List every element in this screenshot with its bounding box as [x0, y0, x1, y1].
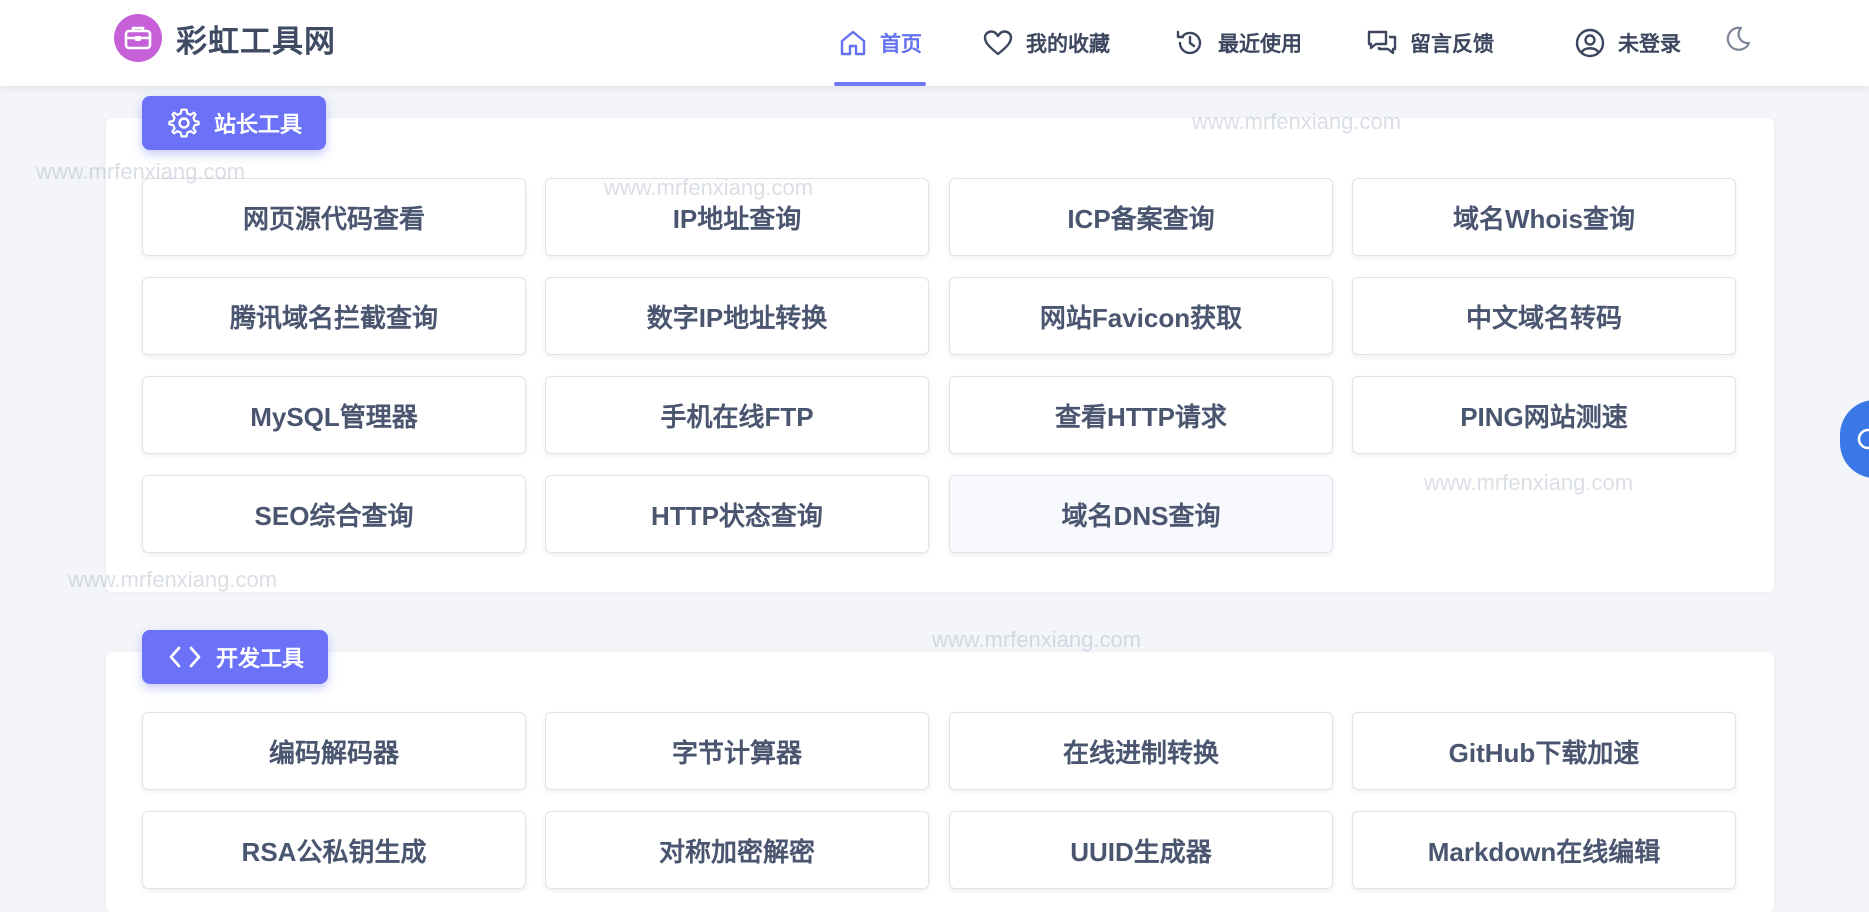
tool-button[interactable]: RSA公私钥生成 [142, 811, 526, 889]
tool-button[interactable]: PING网站测速 [1352, 376, 1736, 454]
code-icon [169, 646, 201, 668]
nav-feedback-label: 留言反馈 [1410, 33, 1494, 56]
nav-home-label: 首页 [880, 33, 922, 56]
tool-button[interactable]: Markdown在线编辑 [1352, 811, 1736, 889]
tool-button[interactable]: 中文域名转码 [1352, 277, 1736, 355]
tool-button[interactable]: UUID生成器 [949, 811, 1333, 889]
user-icon [1575, 28, 1605, 58]
nav-recent[interactable]: 最近使用 [1174, 0, 1302, 86]
tool-button[interactable]: 数字IP地址转换 [545, 277, 929, 355]
section-webmaster-label: 站长工具 [214, 112, 303, 137]
tool-button[interactable]: MySQL管理器 [142, 376, 526, 454]
tool-button[interactable]: ICP备案查询 [949, 178, 1333, 256]
tool-button[interactable]: 域名DNS查询 [949, 475, 1333, 553]
watermark: www.mrfenxiang.com [932, 627, 1142, 652]
tool-button[interactable]: GitHub下载加速 [1352, 712, 1736, 790]
chat-icon [1367, 30, 1397, 55]
tool-button[interactable]: 网站Favicon获取 [949, 277, 1333, 355]
nav-login-label: 未登录 [1618, 33, 1681, 56]
nav-feedback[interactable]: 留言反馈 [1366, 0, 1494, 86]
tool-button[interactable]: IP地址查询 [545, 178, 929, 256]
tool-button[interactable]: HTTP状态查询 [545, 475, 929, 553]
search-icon [1857, 428, 1869, 450]
tool-button[interactable]: 编码解码器 [142, 712, 526, 790]
nav-login[interactable]: 未登录 [1574, 0, 1681, 86]
floating-help-button[interactable] [1840, 400, 1869, 478]
tool-button[interactable]: 对称加密解密 [545, 811, 929, 889]
nav-recent-label: 最近使用 [1218, 33, 1302, 56]
nav-home[interactable]: 首页 [834, 0, 926, 86]
nav-favorites-label: 我的收藏 [1026, 33, 1110, 56]
tool-button[interactable]: 域名Whois查询 [1352, 178, 1736, 256]
tool-button[interactable]: 手机在线FTP [545, 376, 929, 454]
heart-icon [983, 30, 1013, 56]
home-icon [840, 30, 866, 56]
tool-button[interactable]: 字节计算器 [545, 712, 929, 790]
section-webmaster-title[interactable]: 站长工具 [142, 96, 327, 150]
top-navigation-bar: 彩虹工具网 首页 我的收藏 最近使用 留言反馈 未登录 [0, 0, 1869, 86]
tool-button[interactable]: 在线进制转换 [949, 712, 1333, 790]
section-developer-label: 开发工具 [216, 646, 305, 671]
main-nav: 首页 我的收藏 最近使用 留言反馈 未登录 [0, 0, 1869, 86]
theme-toggle-button[interactable] [1720, 22, 1754, 56]
nav-favorites[interactable]: 我的收藏 [982, 0, 1110, 86]
tool-button[interactable]: SEO综合查询 [142, 475, 526, 553]
tool-button[interactable]: 查看HTTP请求 [949, 376, 1333, 454]
gear-icon [168, 108, 200, 138]
moon-icon [1726, 26, 1751, 51]
tool-button[interactable]: 腾讯域名拦截查询 [142, 277, 526, 355]
section-developer-title[interactable]: 开发工具 [142, 630, 329, 684]
history-icon [1176, 30, 1202, 55]
tool-button[interactable]: 网页源代码查看 [142, 178, 526, 256]
